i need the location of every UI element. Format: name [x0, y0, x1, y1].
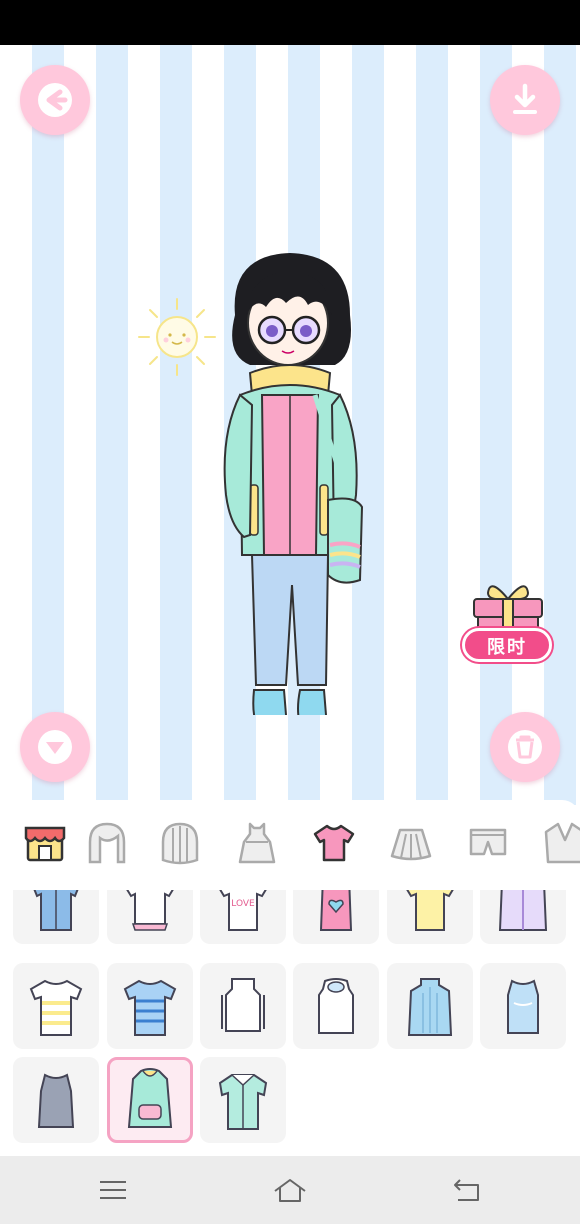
lavender-blouse-icon	[498, 890, 548, 931]
white-halter-top-icon	[221, 978, 265, 1032]
tab-hair[interactable]	[82, 818, 132, 868]
grey-tank-icon	[37, 1073, 75, 1128]
shorts-icon	[469, 828, 507, 856]
system-nav-bar	[0, 1156, 580, 1224]
item-blue-shirt[interactable]	[13, 890, 99, 944]
delete-button[interactable]	[490, 712, 560, 782]
item-mint-shirt[interactable]	[200, 1057, 286, 1143]
item-mint-hoodie[interactable]	[107, 1057, 193, 1143]
nav-menu-button[interactable]	[93, 1174, 133, 1206]
nav-home-button[interactable]	[270, 1174, 310, 1206]
back-arrow-icon	[38, 83, 72, 117]
skirt-icon	[390, 828, 432, 861]
tab-tops[interactable]	[309, 818, 359, 868]
item-yellow-striped-top[interactable]	[13, 963, 99, 1049]
item-blue-knit-top[interactable]	[387, 963, 473, 1049]
tab-back-hair[interactable]	[155, 818, 205, 868]
blue-knit-top-icon	[407, 978, 453, 1036]
heart-tank-icon	[319, 890, 353, 931]
home-icon	[274, 1179, 306, 1202]
item-heart-tank[interactable]	[293, 890, 379, 944]
back-hair-icon	[161, 822, 199, 865]
item-grid: LOVE	[0, 890, 580, 1156]
menu-icon	[100, 1181, 126, 1199]
item-blue-tank[interactable]	[480, 963, 566, 1049]
item-blue-striped-top[interactable]	[107, 963, 193, 1049]
tab-dress[interactable]	[232, 818, 282, 868]
jacket-icon	[544, 822, 580, 864]
yellow-striped-top-icon	[29, 979, 83, 1036]
yellow-tee-icon	[406, 890, 454, 931]
status-bar	[0, 0, 580, 45]
tab-jackets[interactable]	[540, 818, 580, 868]
back-nav-icon	[454, 1179, 479, 1201]
tab-shorts[interactable]	[463, 818, 513, 868]
mint-shirt-icon	[218, 1074, 268, 1130]
character-avatar	[223, 253, 364, 715]
item-white-frill-top[interactable]	[293, 963, 379, 1049]
category-tabs	[0, 800, 580, 890]
item-love-tee[interactable]: LOVE	[200, 890, 286, 944]
love-tee-icon: LOVE	[219, 890, 267, 931]
tab-skirts[interactable]	[386, 818, 436, 868]
wardrobe-panel: LOVE	[0, 800, 580, 1156]
nav-back-button[interactable]	[447, 1174, 487, 1206]
trash-icon	[508, 730, 542, 764]
shop-icon	[24, 826, 66, 862]
item-white-ribbon-top[interactable]	[107, 890, 193, 944]
item-yellow-tee[interactable]	[387, 890, 473, 944]
mint-hoodie-icon	[127, 1068, 173, 1128]
sun-decoration	[138, 298, 216, 376]
tab-shop[interactable]	[20, 818, 70, 868]
download-icon	[513, 83, 537, 114]
chevron-down-icon	[38, 730, 72, 764]
item-lavender-blouse[interactable]	[480, 890, 566, 944]
download-button[interactable]	[490, 65, 560, 135]
item-white-halter-top[interactable]	[200, 963, 286, 1049]
hair-icon	[88, 822, 126, 864]
svg-text:LOVE: LOVE	[231, 899, 255, 909]
blue-shirt-icon	[33, 890, 79, 931]
tshirt-icon	[313, 824, 355, 862]
white-frill-top-icon	[318, 978, 354, 1034]
dress-icon	[238, 822, 276, 864]
collapse-button[interactable]	[20, 712, 90, 782]
back-button[interactable]	[20, 65, 90, 135]
blue-striped-top-icon	[123, 979, 177, 1036]
blue-tank-icon	[507, 979, 539, 1034]
item-grey-tank[interactable]	[13, 1057, 99, 1143]
white-ribbon-top-icon	[126, 890, 174, 931]
character-stage: 限时	[0, 45, 580, 805]
limited-time-badge[interactable]: 限时	[462, 628, 552, 662]
